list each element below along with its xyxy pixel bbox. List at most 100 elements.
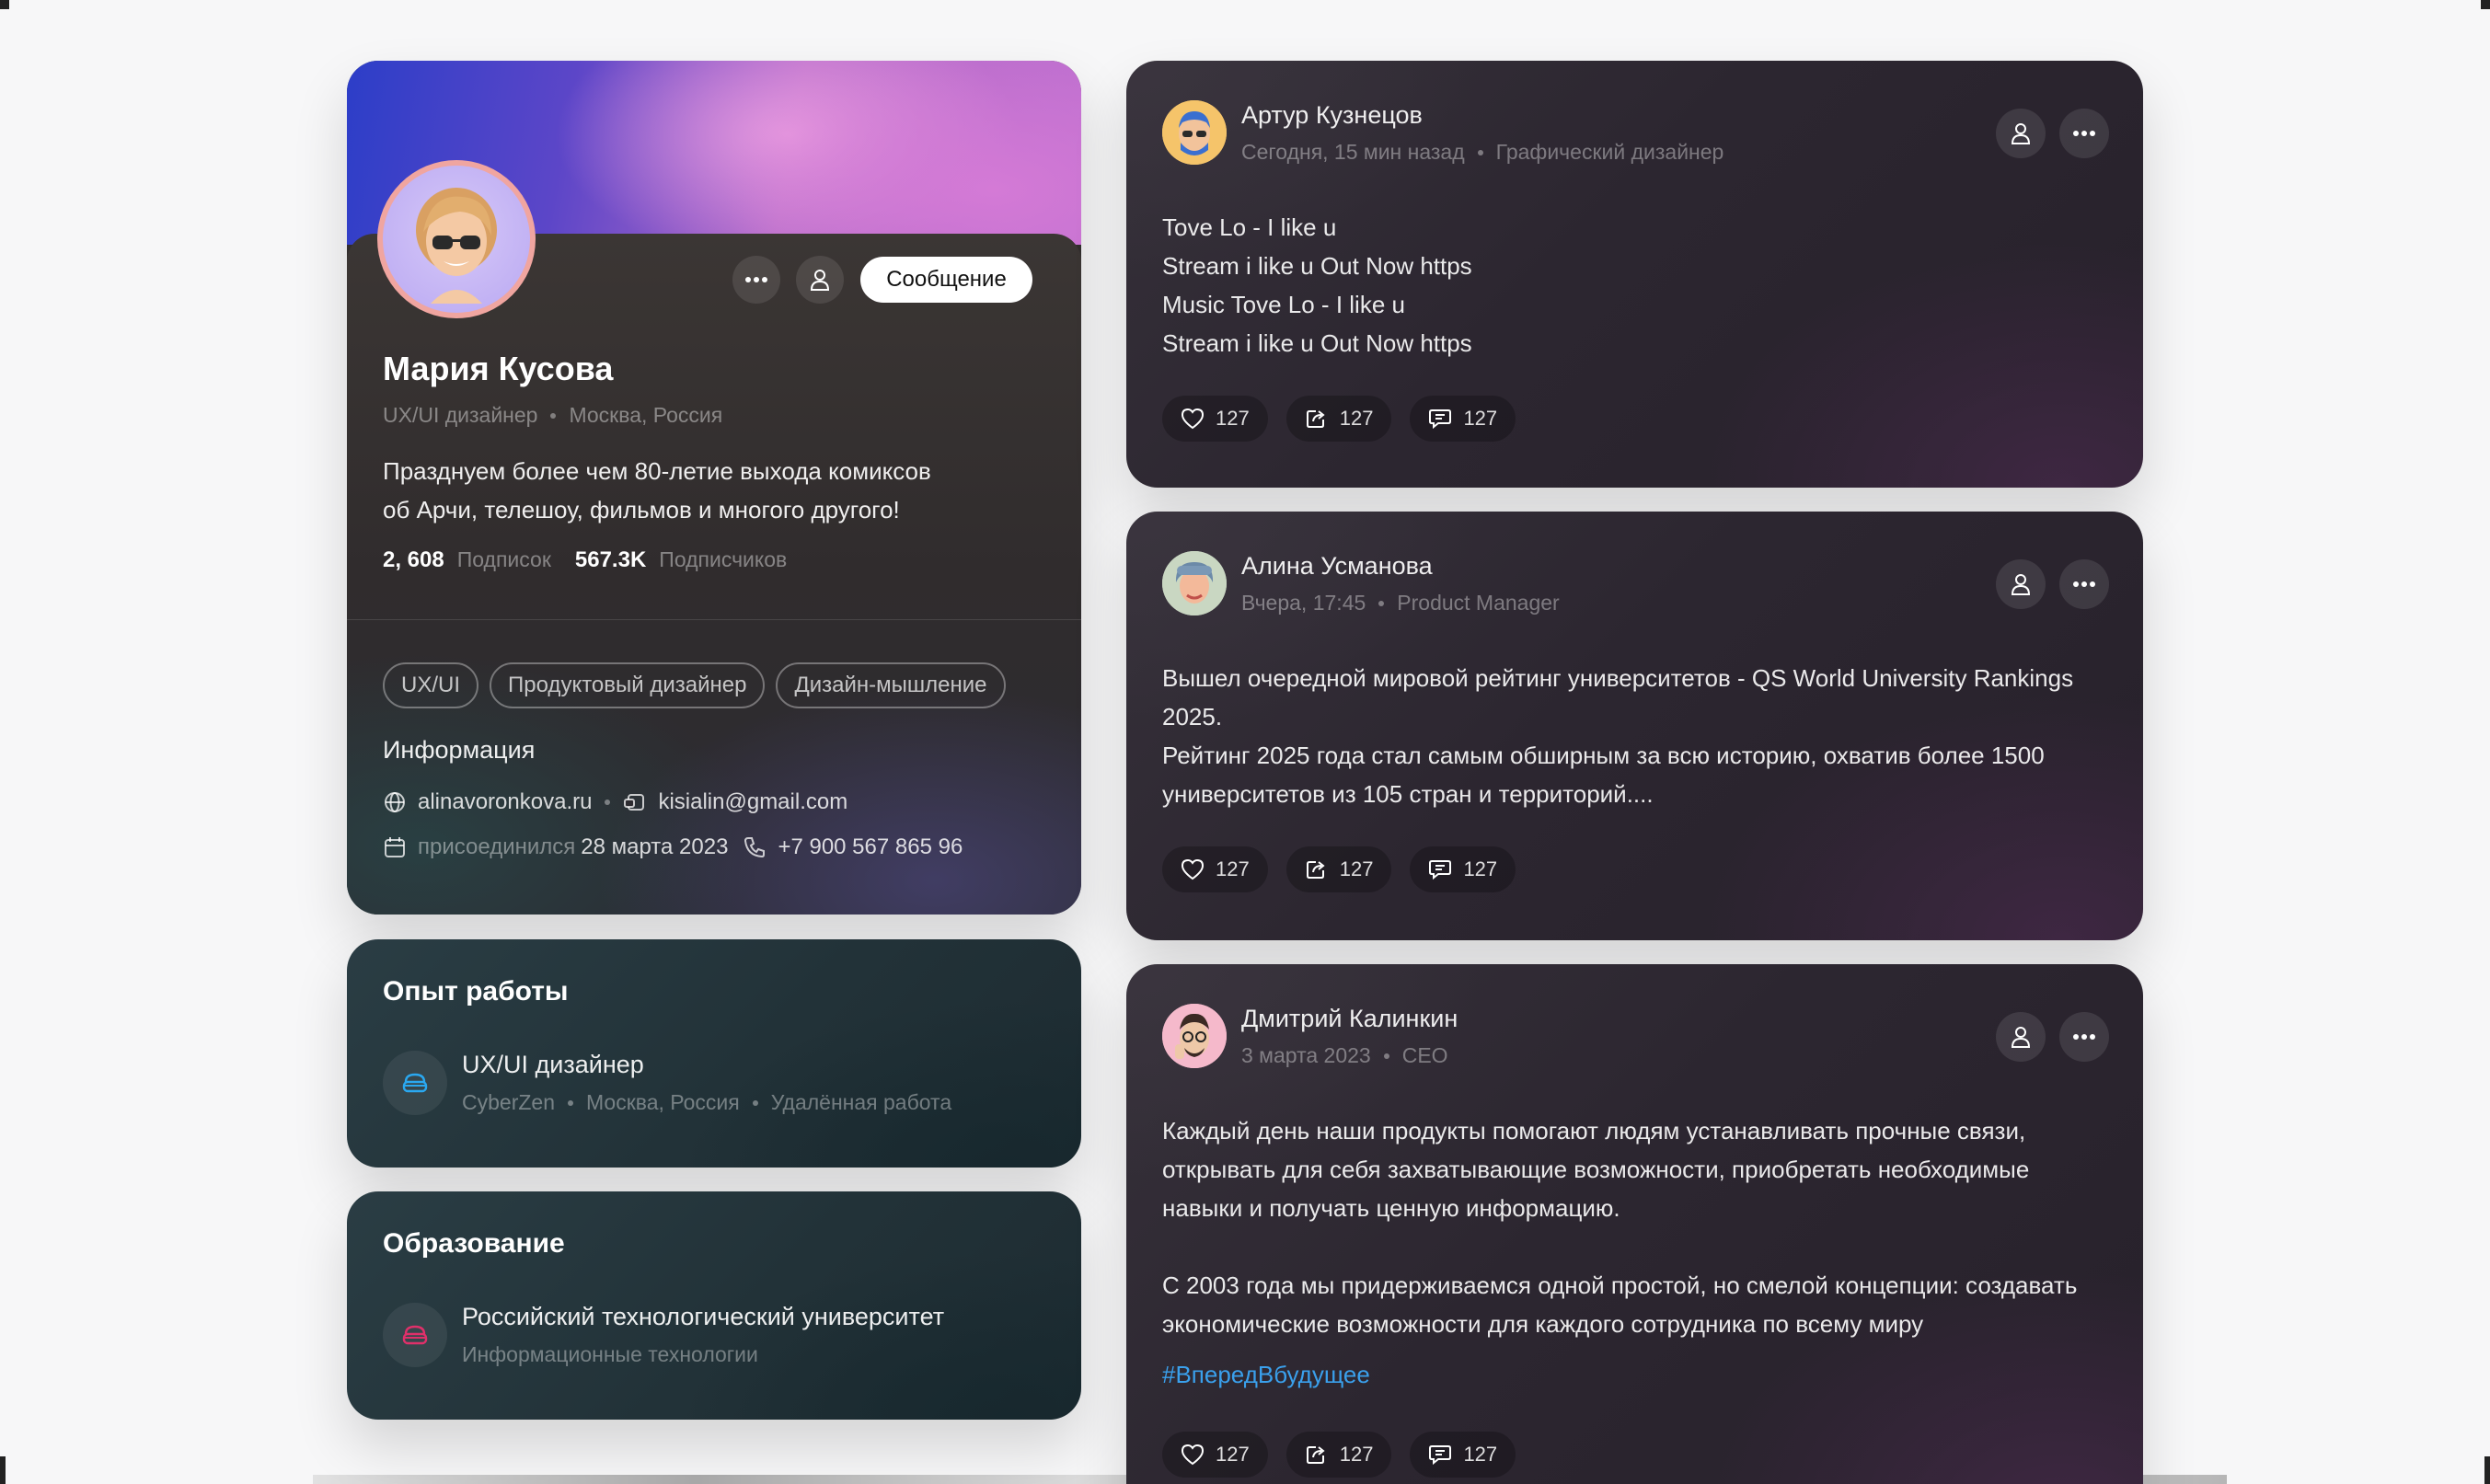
like-button[interactable]: 127 [1162, 846, 1268, 892]
comment-count: 127 [1463, 857, 1498, 880]
post-time: 3 марта 2023 [1241, 1043, 1371, 1067]
bio-line: Празднуем более чем 80-летие выхода коми… [383, 457, 931, 485]
divider [347, 619, 1081, 620]
education-field: Информационные технологии [462, 1342, 758, 1366]
post-actions: 127 127 127 [1162, 1432, 1516, 1478]
post-author-avatar[interactable] [1162, 100, 1227, 165]
message-button[interactable]: Сообщение [860, 257, 1032, 303]
share-button[interactable]: 127 [1285, 1432, 1392, 1478]
website-link[interactable]: alinavoronkova.ru [418, 789, 592, 815]
user-icon [2011, 574, 2031, 595]
post-author-avatar[interactable] [1162, 1004, 1227, 1068]
comment-icon [1429, 409, 1452, 430]
experience-details: CyberZen Москва, Россия Удалённая работа [462, 1090, 951, 1115]
profile-more-button[interactable] [732, 256, 780, 304]
comment-count: 127 [1463, 407, 1498, 430]
following-count[interactable]: 2, 608 [383, 547, 444, 573]
like-button[interactable]: 127 [1162, 1432, 1268, 1478]
post-more-button[interactable] [2059, 1012, 2109, 1062]
separator-dot [1477, 149, 1483, 155]
comment-button[interactable]: 127 [1410, 1432, 1516, 1478]
like-button[interactable]: 127 [1162, 396, 1268, 442]
frame-corner [2484, 1456, 2490, 1484]
user-icon [2011, 123, 2031, 144]
mail-icon [624, 794, 645, 811]
profile-avatar[interactable] [377, 160, 536, 318]
profile-location: Москва, Россия [569, 403, 723, 427]
share-button[interactable]: 127 [1285, 846, 1392, 892]
post-author-avatar[interactable] [1162, 551, 1227, 615]
user-icon [810, 270, 830, 291]
post-card: Дмитрий Калинкин 3 марта 2023 CEO Каждый… [1126, 964, 2143, 1484]
separator-dot [1383, 1053, 1389, 1059]
frame-corner [0, 1456, 6, 1484]
separator-dot [1378, 600, 1385, 606]
follow-author-button[interactable] [1996, 1012, 2046, 1062]
profile-meta: UX/UI дизайнер Москва, Россия [383, 403, 722, 428]
more-dots-icon [2073, 581, 2095, 587]
post-meta: 3 марта 2023 CEO [1241, 1043, 1448, 1068]
post-author-name[interactable]: Дмитрий Калинкин [1241, 1005, 1458, 1033]
separator-dot [550, 412, 557, 419]
separator-dot [567, 1099, 573, 1106]
phone-icon [744, 837, 766, 858]
phone-number[interactable]: +7 900 567 865 96 [778, 834, 963, 860]
heart-icon [1181, 1444, 1205, 1466]
post-text-line: Вышел очередной мировой рейтинг универси… [1162, 664, 2074, 692]
bio-line: об Арчи, телешоу, фильмов и многого друг… [383, 496, 900, 523]
calendar-icon [385, 837, 405, 857]
skill-tag[interactable]: UX/UI [383, 662, 479, 708]
skill-tag[interactable]: Дизайн-мышление [776, 662, 1006, 708]
experience-title: Опыт работы [383, 976, 569, 1007]
info-joined: присоединился 28 марта 2023 +7 900 567 8… [383, 834, 963, 860]
post-text: Каждый день наши продукты помогают людям… [1162, 1111, 2119, 1343]
skill-tags: UX/UI Продуктовый дизайнер Дизайн-мышлен… [383, 662, 1006, 708]
more-dots-icon [2073, 131, 2095, 136]
post-text-line: 2025. [1162, 703, 1223, 730]
post-hashtag[interactable]: #ВпередВбудущее [1162, 1361, 1370, 1389]
like-count: 127 [1216, 857, 1250, 880]
post-meta: Вчера, 17:45 Product Manager [1241, 591, 1560, 615]
followers-label: Подписчиков [659, 547, 788, 571]
post-author-role: Product Manager [1397, 591, 1560, 615]
post-author-name[interactable]: Алина Усманова [1241, 552, 1433, 581]
post-text-line: навыки и получать ценную информацию. [1162, 1194, 1620, 1222]
profile-bio: Празднуем более чем 80-летие выхода коми… [383, 452, 990, 529]
skill-tag[interactable]: Продуктовый дизайнер [490, 662, 766, 708]
post-text-line: Каждый день наши продукты помогают людям… [1162, 1117, 2026, 1145]
experience-mode: Удалённая работа [770, 1090, 952, 1114]
follow-author-button[interactable] [1996, 109, 2046, 158]
comment-button[interactable]: 127 [1410, 396, 1516, 442]
post-card: Алина Усманова Вчера, 17:45 Product Mana… [1126, 512, 2143, 940]
post-text-line: Tove Lo - I like u [1162, 213, 1337, 241]
post-author-name[interactable]: Артур Кузнецов [1241, 101, 1423, 130]
post-actions: 127 127 127 [1162, 846, 1516, 892]
email-link[interactable]: kisialin@gmail.com [658, 789, 847, 815]
post-text-line: Stream i like u Out Now https [1162, 252, 1472, 280]
experience-card: Опыт работы UX/UI дизайнер CyberZen Моск… [347, 939, 1081, 1168]
experience-location: Москва, Россия [585, 1090, 740, 1114]
share-count: 127 [1339, 857, 1374, 880]
post-text: Tove Lo - I like u Stream i like u Out N… [1162, 208, 2119, 362]
share-button[interactable]: 127 [1285, 396, 1392, 442]
memoji-avatar-icon [1162, 551, 1227, 615]
post-more-button[interactable] [2059, 559, 2109, 609]
experience-position: UX/UI дизайнер [462, 1051, 644, 1078]
comment-icon [1429, 860, 1452, 880]
post-more-button[interactable] [2059, 109, 2109, 158]
memoji-avatar-icon [416, 188, 497, 304]
post-meta: Сегодня, 15 мин назад Графический дизайн… [1241, 140, 1723, 165]
like-count: 127 [1216, 1443, 1250, 1466]
profile-follow-button[interactable] [796, 256, 844, 304]
comment-button[interactable]: 127 [1410, 846, 1516, 892]
profile-stats: 2, 608 Подписок 567.3K Подписчиков [383, 547, 811, 573]
joined-label: присоединился [418, 834, 576, 859]
post-text-line: Рейтинг 2025 года стал самым обширным за… [1162, 742, 2045, 769]
post-text-line: С 2003 года мы придерживаемся одной прос… [1162, 1271, 2078, 1299]
separator-dot [605, 800, 611, 805]
post-author-role: CEO [1401, 1043, 1448, 1067]
education-school: Российский технологический университет [462, 1303, 945, 1330]
follow-author-button[interactable] [1996, 559, 2046, 609]
followers-count[interactable]: 567.3K [575, 547, 646, 573]
info-contacts: alinavoronkova.ru kisialin@gmail.com [383, 789, 847, 815]
